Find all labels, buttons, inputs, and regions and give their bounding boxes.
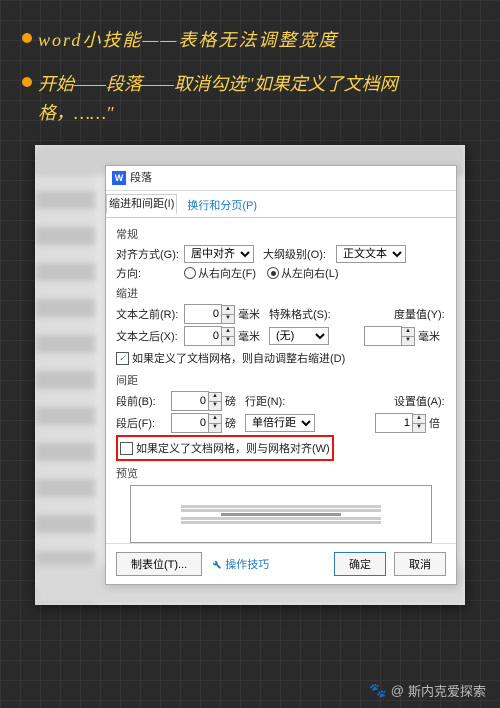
direction-rtl-radio[interactable]: 从右向左(F)	[184, 265, 256, 281]
section-spacing: 间距	[116, 372, 446, 388]
align-select[interactable]: 居中对齐	[184, 245, 254, 263]
special-label: 特殊格式(S):	[269, 306, 331, 322]
special-select[interactable]: (无)	[269, 327, 329, 345]
direction-label: 方向:	[116, 265, 181, 281]
measure-label: 度量值(Y):	[394, 306, 446, 322]
word-icon: W	[112, 171, 126, 185]
paw-icon: 🐾	[369, 682, 386, 699]
indent-after-label: 文本之后(X):	[116, 328, 181, 344]
highlight-box: 如果定义了文档网格，则与网格对齐(W)	[116, 435, 334, 461]
align-label: 对齐方式(G):	[116, 246, 181, 262]
tips-link[interactable]: 操作技巧	[210, 556, 269, 572]
ok-button[interactable]: 确定	[334, 552, 386, 576]
at-spinner[interactable]: ▲▼	[375, 413, 426, 433]
note-body: 开始——段落——取消勾选"如果定义了文档网格，……"	[38, 70, 458, 128]
indent-after-spinner[interactable]: ▲▼	[184, 326, 235, 346]
dialog-title-text: 段落	[130, 166, 152, 190]
outline-label: 大纲级别(O):	[263, 246, 333, 262]
line-spacing-label: 行距(N):	[245, 393, 297, 409]
direction-ltr-radio[interactable]: 从左向右(L)	[267, 265, 338, 281]
space-before-spinner[interactable]: ▲▼	[171, 391, 222, 411]
at-label: 设置值(A):	[394, 393, 446, 409]
space-before-label: 段前(B):	[116, 393, 168, 409]
tab-pagination[interactable]: 换行和分页(P)	[177, 193, 267, 217]
measure-spinner[interactable]: ▲▼	[364, 326, 415, 346]
tabs-button[interactable]: 制表位(T)...	[116, 552, 202, 576]
auto-adjust-checkbox[interactable]: 如果定义了文档网格，则自动调整右缩进(D)	[116, 350, 345, 366]
screenshot-container: W 段落 缩进和间距(I) 换行和分页(P) 常规 对齐方式(G): 居中对齐 …	[35, 145, 465, 605]
line-spacing-select[interactable]: 单倍行距	[245, 414, 315, 432]
dialog-button-row: 制表位(T)... 操作技巧 确定 取消	[106, 543, 456, 584]
outline-select[interactable]: 正文文本	[336, 245, 406, 263]
paragraph-dialog: W 段落 缩进和间距(I) 换行和分页(P) 常规 对齐方式(G): 居中对齐 …	[105, 165, 457, 585]
preview-panel	[130, 485, 432, 543]
space-after-spinner[interactable]: ▲▼	[171, 413, 222, 433]
dialog-titlebar: W 段落	[106, 166, 456, 191]
indent-before-label: 文本之前(R):	[116, 306, 181, 322]
watermark: 🐾 @斯内克爱探索	[369, 681, 486, 700]
note-title: word小技能——表格无法调整宽度	[38, 26, 338, 52]
tab-indent-spacing[interactable]: 缩进和间距(I)	[106, 194, 177, 214]
indent-before-spinner[interactable]: ▲▼	[184, 304, 235, 324]
snap-to-grid-checkbox[interactable]: 如果定义了文档网格，则与网格对齐(W)	[120, 440, 330, 456]
space-after-label: 段后(F):	[116, 415, 168, 431]
section-indent: 缩进	[116, 285, 446, 301]
wrench-icon	[210, 558, 222, 570]
section-general: 常规	[116, 226, 446, 242]
cancel-button[interactable]: 取消	[394, 552, 446, 576]
tab-strip: 缩进和间距(I) 换行和分页(P)	[106, 193, 456, 218]
section-preview: 预览	[116, 465, 446, 481]
